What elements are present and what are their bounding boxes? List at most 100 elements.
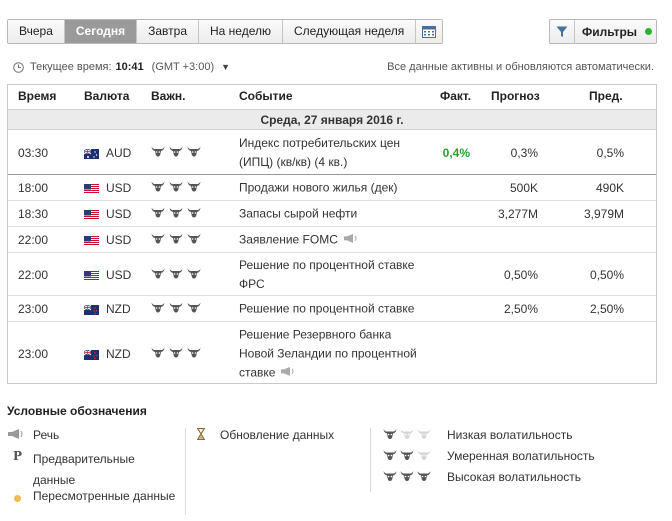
- header-forecast: Прогноз: [491, 89, 540, 103]
- tab-next-week[interactable]: Следующая неделя: [283, 20, 417, 43]
- importance-icons: [151, 233, 201, 248]
- row-event[interactable]: Решение Резервного банка Новой Зеландии …: [239, 325, 429, 382]
- tab-today[interactable]: Сегодня: [64, 20, 138, 43]
- header-event: Событие: [239, 89, 293, 103]
- au-flag-icon: [83, 148, 99, 159]
- filter-icon: [556, 26, 568, 37]
- day-tabs: Вчера Сегодня Завтра На неделю Следующая…: [7, 19, 444, 44]
- current-time-label: Текущее время:: [30, 61, 112, 73]
- tab-yesterday[interactable]: Вчера: [8, 20, 65, 43]
- importance-icons: [151, 346, 201, 361]
- row-previous: 0,50%: [589, 267, 624, 282]
- row-event[interactable]: Запасы сырой нефти: [239, 205, 429, 224]
- row-previous: 3,979M: [583, 207, 624, 221]
- row-time: 22:00: [18, 233, 49, 247]
- row-event-text[interactable]: Решение Резервного банка Новой Зеландии …: [239, 327, 417, 379]
- legend-speech: Речь: [7, 428, 187, 449]
- row-event-text[interactable]: Заявление FOMC: [239, 232, 338, 246]
- table-row[interactable]: 23:00 NZD Решение Резервного банка Новой З…: [8, 323, 656, 384]
- filters-button[interactable]: Фильтры: [549, 19, 657, 44]
- table-row[interactable]: 18:30 USD Запасы сырой нефти 3,277M 3,979M: [8, 202, 656, 227]
- legend-preliminary-label: Предварительные данные: [33, 452, 135, 487]
- us-flag-icon: [84, 270, 99, 281]
- legend-high-label: Высокая волатильность: [447, 470, 582, 484]
- calendar-table: Время Валюта Важн. Событие Факт. Прогноз…: [7, 84, 657, 384]
- row-actual: 0,4%: [442, 145, 470, 160]
- legend-update: Обновление данных: [196, 428, 366, 442]
- bull-icon: [187, 181, 201, 196]
- bull-icon: [417, 470, 431, 485]
- legend-high: Высокая волатильность: [383, 470, 653, 491]
- bull-icon: [169, 207, 183, 222]
- row-time: 03:30: [18, 145, 49, 160]
- calendar-button[interactable]: [416, 20, 443, 43]
- row-event-text[interactable]: Решение по процентной ставке ФРС: [239, 258, 414, 291]
- bull-icon: [383, 428, 397, 443]
- header-currency: Валюта: [84, 89, 130, 103]
- bull-icon: [187, 233, 201, 248]
- low-volatility-icon: [383, 428, 447, 443]
- bull-icon: [169, 145, 183, 160]
- row-event-text[interactable]: Индекс потребительских цен (ИПЦ) (кв/кв)…: [239, 136, 400, 169]
- bull-icon: [169, 181, 183, 196]
- bull-icon: [151, 267, 165, 282]
- legend-revised-label: Пересмотренные данные: [33, 489, 176, 503]
- legend-low: Низкая волатильность: [383, 428, 653, 449]
- header-previous: Пред.: [589, 89, 623, 103]
- moderate-volatility-icon: [383, 449, 447, 464]
- bull-icon: [169, 346, 183, 361]
- tab-tomorrow[interactable]: Завтра: [137, 20, 199, 43]
- nz-flag-icon: [83, 304, 99, 315]
- clock-icon: [13, 61, 24, 73]
- legend-col-3: Низкая волатильность Умеренная волатильн…: [383, 428, 653, 491]
- legend-divider-2: [370, 428, 371, 492]
- row-event[interactable]: Продажи нового жилья (дек): [239, 179, 429, 198]
- calendar-icon: [422, 25, 437, 38]
- table-row[interactable]: 23:00 NZD Решение по процентной ставке 2,50…: [8, 297, 656, 322]
- table-row[interactable]: 22:00 USD Решение по процентной ставке ФРС…: [8, 254, 656, 296]
- row-event-text[interactable]: Продажи нового жилья (дек): [239, 181, 398, 195]
- row-event[interactable]: Решение по процентной ставке ФРС: [239, 256, 429, 294]
- row-time: 22:00: [18, 267, 49, 282]
- bull-icon: [187, 145, 201, 160]
- auto-update-info: Все данные активны и обновляются автомат…: [387, 61, 654, 73]
- legend-low-label: Низкая волатильность: [447, 428, 573, 442]
- chevron-down-icon[interactable]: ▼: [221, 62, 230, 72]
- row-event[interactable]: Индекс потребительских цен (ИПЦ) (кв/кв)…: [239, 134, 429, 172]
- row-time: 23:00: [18, 346, 49, 361]
- filter-status-dot: [645, 28, 653, 35]
- row-currency: USD: [106, 267, 132, 282]
- bull-icon: [187, 346, 201, 361]
- row-previous: 0,5%: [596, 145, 624, 160]
- row-currency: NZD: [106, 302, 131, 316]
- row-forecast: 0,50%: [503, 267, 538, 282]
- bull-icon: [151, 302, 165, 317]
- us-flag-icon: [84, 235, 99, 246]
- tab-this-week[interactable]: На неделю: [199, 20, 283, 43]
- legend-speech-label: Речь: [33, 428, 60, 442]
- table-header: Время Валюта Важн. Событие Факт. Прогноз…: [8, 85, 656, 108]
- preliminary-icon: P: [13, 449, 23, 463]
- row-previous: 2,50%: [589, 302, 624, 316]
- table-row[interactable]: 18:00 USD Продажи нового жилья (дек) 500K 49…: [8, 176, 656, 201]
- row-event[interactable]: Решение по процентной ставке: [239, 300, 429, 319]
- row-event-text[interactable]: Решение по процентной ставке: [239, 302, 414, 316]
- speech-icon: [343, 231, 359, 250]
- row-forecast: 0,3%: [510, 145, 538, 160]
- bull-icon: [151, 207, 165, 222]
- legend-revised: Пересмотренные данные: [7, 489, 187, 510]
- bull-icon: [417, 428, 431, 443]
- row-event[interactable]: Заявление FOMC: [239, 230, 429, 249]
- timezone-selector[interactable]: (GMT +3:00): [152, 61, 214, 73]
- bull-icon: [400, 449, 414, 464]
- row-event-text[interactable]: Запасы сырой нефти: [239, 207, 357, 221]
- row-time: 18:30: [18, 207, 49, 221]
- table-row[interactable]: 03:30 AUD Индекс потребительских цен (ИПЦ)…: [8, 131, 656, 175]
- table-row[interactable]: 22:00 USD Заявление FOMC: [8, 228, 656, 253]
- bull-icon: [187, 267, 201, 282]
- bull-icon: [383, 449, 397, 464]
- bull-icon: [151, 346, 165, 361]
- us-flag-icon: [84, 183, 99, 194]
- legend-update-label: Обновление данных: [220, 428, 335, 442]
- high-volatility-icon: [383, 470, 447, 485]
